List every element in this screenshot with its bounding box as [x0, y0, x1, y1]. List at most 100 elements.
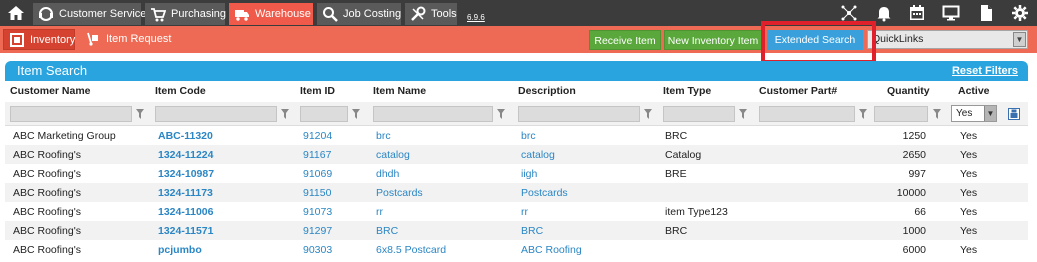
filter-item-id[interactable]	[300, 106, 348, 122]
filter-funnel-icon[interactable]	[859, 109, 867, 119]
cell-description[interactable]: rr	[521, 206, 528, 218]
cell-quantity: 66	[914, 206, 926, 218]
calendar-icon[interactable]	[908, 4, 926, 22]
quicklinks-select[interactable]: QuickLinks ▼	[867, 30, 1028, 49]
nav-tab-label: Customer Service	[59, 8, 147, 20]
filter-description[interactable]	[518, 106, 640, 122]
cell-customer: ABC Roofing's	[13, 168, 81, 180]
cell-code[interactable]: 1324-11006	[158, 206, 213, 218]
cell-quantity: 1250	[902, 130, 926, 142]
table-row[interactable]: ABC Roofing's 1324-11173 91150 Postcards Pos…	[5, 183, 1028, 202]
filter-item-name[interactable]	[373, 106, 493, 122]
cell-description[interactable]: ABC Roofing	[521, 244, 582, 256]
cell-code[interactable]: 1324-11571	[158, 225, 213, 237]
chevron-down-icon: ▼	[984, 106, 996, 121]
cell-name[interactable]: Postcards	[376, 187, 423, 199]
filter-funnel-icon[interactable]	[933, 109, 941, 119]
cell-code[interactable]: ABC-11320	[158, 130, 213, 142]
cell-id[interactable]: 90303	[303, 244, 332, 256]
filter-funnel-icon[interactable]	[281, 109, 289, 119]
export-icon[interactable]	[1008, 108, 1020, 120]
filter-funnel-icon[interactable]	[497, 109, 505, 119]
filter-customer-part[interactable]	[759, 106, 855, 122]
filter-item-type[interactable]	[663, 106, 735, 122]
nav-tab-warehouse[interactable]: Warehouse	[229, 3, 313, 25]
cell-id[interactable]: 91069	[303, 168, 332, 180]
cell-active: Yes	[960, 206, 978, 218]
monitor-icon[interactable]	[942, 4, 960, 22]
cell-customer: ABC Roofing's	[13, 225, 81, 237]
nav-tab-customer-service[interactable]: Customer Service	[33, 3, 146, 25]
table-row[interactable]: ABC Roofing's 1324-10987 91069 dhdh iigh BRE 9…	[5, 164, 1028, 183]
column-header-customer-part[interactable]: Customer Part#	[759, 85, 837, 97]
column-header-active[interactable]: Active	[958, 85, 990, 97]
cell-code[interactable]: pcjumbo	[158, 244, 202, 256]
cell-name[interactable]: rr	[376, 206, 383, 218]
cell-id[interactable]: 91297	[303, 225, 332, 237]
filter-funnel-icon[interactable]	[739, 109, 747, 119]
cell-description[interactable]: BRC	[521, 225, 543, 237]
cell-customer: ABC Roofing's	[13, 149, 81, 161]
panel-header: Item Search Reset Filters	[5, 61, 1028, 81]
nav-tab-purchasing[interactable]: Purchasing	[145, 3, 226, 25]
cell-active: Yes	[960, 149, 978, 161]
filter-active-select[interactable]: Yes ▼	[951, 105, 997, 122]
column-header-item-name[interactable]: Item Name	[373, 85, 426, 97]
cell-name[interactable]: BRC	[376, 225, 398, 237]
gear-icon[interactable]	[1011, 4, 1029, 22]
bell-icon[interactable]	[875, 4, 893, 22]
nav-tab-job-costing[interactable]: Job Costing	[317, 3, 401, 25]
version-link[interactable]: 6.9.6	[467, 13, 485, 22]
cell-id[interactable]: 91073	[303, 206, 332, 218]
cell-description[interactable]: catalog	[521, 149, 555, 161]
filter-quantity[interactable]	[874, 106, 928, 122]
cell-name[interactable]: brc	[376, 130, 391, 142]
home-icon[interactable]	[7, 4, 25, 22]
table-row[interactable]: ABC Roofing's 1324-11571 91297 BRC BRC BRC 100…	[5, 221, 1028, 240]
cell-quantity: 10000	[896, 187, 926, 199]
table-row[interactable]: ABC Roofing's 1324-11224 91167 catalog catal…	[5, 145, 1028, 164]
cell-id[interactable]: 91150	[303, 187, 331, 199]
sub-tab-inventory[interactable]: Inventory	[3, 29, 75, 50]
table-row[interactable]: ABC Marketing Group ABC-11320 91204 brc brc B…	[5, 126, 1028, 145]
column-header-item-type[interactable]: Item Type	[663, 85, 711, 97]
cell-code[interactable]: 1324-11173	[158, 187, 213, 199]
filter-customer-name[interactable]	[10, 106, 132, 122]
cell-name[interactable]: catalog	[376, 149, 410, 161]
column-header-item-code[interactable]: Item Code	[155, 85, 206, 97]
cell-code[interactable]: 1324-11224	[158, 149, 213, 161]
reset-filters-link[interactable]: Reset Filters	[952, 65, 1018, 77]
document-icon[interactable]	[977, 4, 995, 22]
column-header-customer-name[interactable]: Customer Name	[10, 85, 91, 97]
column-header-quantity[interactable]: Quantity	[887, 85, 930, 97]
cell-active: Yes	[960, 244, 978, 256]
cell-description[interactable]: brc	[521, 130, 536, 142]
highlight-box	[761, 21, 876, 64]
sub-tab-item-request[interactable]: Item Request	[80, 29, 172, 50]
filter-funnel-icon[interactable]	[136, 109, 144, 119]
cell-code[interactable]: 1324-10987	[158, 168, 214, 180]
cell-quantity: 6000	[902, 244, 926, 256]
cell-customer: ABC Marketing Group	[13, 130, 116, 142]
cell-id[interactable]: 91204	[303, 130, 332, 142]
filter-item-code[interactable]	[155, 106, 277, 122]
filter-funnel-icon[interactable]	[644, 109, 652, 119]
cell-description[interactable]: iigh	[521, 168, 537, 180]
cell-name[interactable]: 6x8.5 Postcard	[376, 244, 446, 256]
column-header-item-id[interactable]: Item ID	[300, 85, 335, 97]
cell-customer: ABC Roofing's	[13, 206, 81, 218]
table-row[interactable]: ABC Roofing's 1324-11006 91073 rr rr item Typ…	[5, 202, 1028, 221]
table-row[interactable]: ABC Roofing's pcjumbo 90303 6x8.5 Postcard A…	[5, 240, 1028, 259]
column-header-description[interactable]: Description	[518, 85, 576, 97]
new-inventory-item-button[interactable]: New Inventory Item	[664, 30, 762, 50]
receive-item-button[interactable]: Receive Item	[589, 30, 661, 50]
cell-id[interactable]: 91167	[303, 149, 331, 161]
network-icon[interactable]	[840, 4, 858, 22]
quicklinks-value: QuickLinks	[872, 33, 924, 45]
cell-description[interactable]: Postcards	[521, 187, 568, 199]
nav-tab-tools[interactable]: Tools	[405, 3, 457, 25]
filter-funnel-icon[interactable]	[352, 109, 360, 119]
cell-name[interactable]: dhdh	[376, 168, 399, 180]
nav-tab-label: Warehouse	[255, 8, 311, 20]
headset-icon	[39, 7, 53, 21]
